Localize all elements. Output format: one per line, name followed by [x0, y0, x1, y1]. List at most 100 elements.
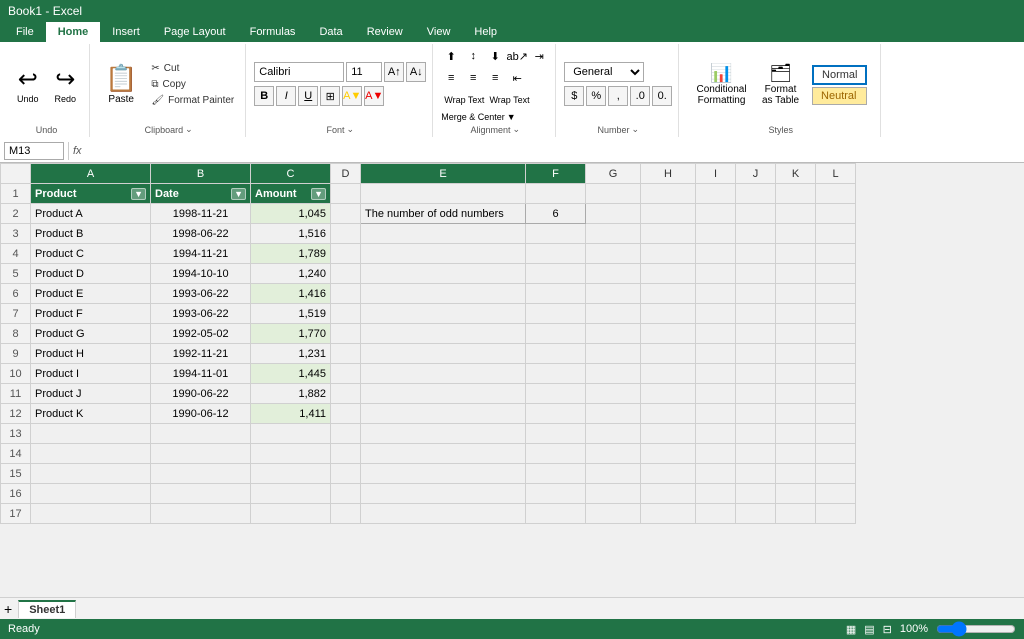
tab-help[interactable]: Help	[462, 22, 509, 42]
empty-cell[interactable]	[641, 424, 696, 444]
cell-reference-box[interactable]	[4, 142, 64, 160]
empty-cell[interactable]	[361, 444, 526, 464]
empty-cell[interactable]	[641, 324, 696, 344]
empty-cell[interactable]	[251, 464, 331, 484]
tab-page-layout[interactable]: Page Layout	[152, 22, 238, 42]
empty-cell[interactable]	[736, 464, 776, 484]
empty-cell[interactable]	[31, 504, 151, 524]
empty-cell[interactable]	[331, 444, 361, 464]
empty-cell[interactable]	[586, 484, 641, 504]
empty-cell[interactable]	[586, 324, 641, 344]
date-cell[interactable]: 1992-05-02	[151, 324, 251, 344]
empty-cell[interactable]	[696, 224, 736, 244]
empty-cell[interactable]	[586, 204, 641, 224]
empty-cell[interactable]	[736, 204, 776, 224]
empty-cell[interactable]	[776, 184, 816, 204]
empty-cell[interactable]	[776, 204, 816, 224]
number-expand-icon[interactable]: ⌄	[631, 124, 639, 135]
font-decrease-btn[interactable]: A↓	[406, 62, 426, 82]
empty-cell[interactable]	[696, 424, 736, 444]
tab-home[interactable]: Home	[46, 22, 101, 42]
empty-cell[interactable]	[776, 404, 816, 424]
empty-cell[interactable]	[641, 244, 696, 264]
empty-cell[interactable]	[586, 304, 641, 324]
empty-cell[interactable]	[736, 344, 776, 364]
conditional-formatting-btn[interactable]: 📊 Conditional Formatting	[694, 60, 749, 109]
product-cell[interactable]: Product G	[31, 324, 151, 344]
empty-cell[interactable]	[816, 284, 856, 304]
top-align-btn[interactable]: ⬆	[441, 46, 461, 66]
empty-cell[interactable]	[816, 264, 856, 284]
col-header-h[interactable]: H	[641, 164, 696, 184]
empty-cell[interactable]	[696, 504, 736, 524]
col-header-k[interactable]: K	[776, 164, 816, 184]
empty-cell[interactable]	[641, 504, 696, 524]
product-cell[interactable]: Product I	[31, 364, 151, 384]
tab-formulas[interactable]: Formulas	[238, 22, 308, 42]
empty-cell[interactable]	[331, 244, 361, 264]
empty-cell[interactable]	[696, 264, 736, 284]
empty-cell[interactable]	[816, 344, 856, 364]
empty-cell[interactable]	[526, 504, 586, 524]
empty-cell[interactable]	[151, 484, 251, 504]
empty-cell[interactable]	[736, 284, 776, 304]
empty-cell[interactable]	[361, 464, 526, 484]
empty-cell[interactable]	[641, 304, 696, 324]
empty-cell[interactable]	[776, 324, 816, 344]
empty-cell[interactable]	[641, 204, 696, 224]
empty-cell[interactable]	[641, 344, 696, 364]
empty-cell[interactable]	[736, 304, 776, 324]
empty-cell[interactable]	[816, 444, 856, 464]
percent-btn[interactable]: %	[586, 86, 606, 106]
product-cell[interactable]: Product H	[31, 344, 151, 364]
empty-cell[interactable]	[251, 424, 331, 444]
date-cell[interactable]: 1994-10-10	[151, 264, 251, 284]
format-painter-button[interactable]: 🖌 Format Painter	[146, 93, 239, 108]
empty-cell[interactable]	[586, 424, 641, 444]
empty-cell[interactable]	[526, 364, 586, 384]
empty-cell[interactable]	[736, 504, 776, 524]
col-header-l[interactable]: L	[816, 164, 856, 184]
format-as-table-btn[interactable]: 🗂 Format as Table	[753, 60, 808, 109]
empty-cell[interactable]	[361, 224, 526, 244]
col-header-g[interactable]: G	[586, 164, 641, 184]
tab-data[interactable]: Data	[307, 22, 354, 42]
decrease-decimal-btn[interactable]: 0.	[652, 86, 672, 106]
empty-cell[interactable]	[586, 444, 641, 464]
undo-button[interactable]: ↩ Undo	[10, 59, 46, 111]
empty-cell[interactable]	[331, 344, 361, 364]
empty-cell[interactable]	[816, 224, 856, 244]
right-align-btn[interactable]: ≡	[485, 68, 505, 88]
empty-cell[interactable]	[586, 264, 641, 284]
empty-cell[interactable]	[736, 184, 776, 204]
amount-cell[interactable]: 1,882	[251, 384, 331, 404]
empty-cell[interactable]	[361, 284, 526, 304]
number-format-select[interactable]: General	[564, 62, 644, 82]
empty-cell[interactable]	[361, 504, 526, 524]
empty-cell[interactable]	[641, 384, 696, 404]
product-cell[interactable]: Product F	[31, 304, 151, 324]
wrap-text-label[interactable]: Wrap Text	[489, 95, 529, 105]
amount-cell[interactable]: 1,516	[251, 224, 331, 244]
alignment-expand-icon[interactable]: ⌄	[512, 124, 520, 135]
empty-cell[interactable]	[331, 304, 361, 324]
empty-cell[interactable]	[526, 464, 586, 484]
date-cell[interactable]: 1990-06-22	[151, 384, 251, 404]
fill-color-button[interactable]: A▼	[342, 86, 362, 106]
empty-cell[interactable]	[331, 384, 361, 404]
empty-cell[interactable]	[251, 484, 331, 504]
empty-cell[interactable]	[31, 444, 151, 464]
date-cell[interactable]: 1994-11-21	[151, 244, 251, 264]
empty-cell[interactable]	[151, 444, 251, 464]
odd-numbers-label[interactable]: The number of odd numbers	[361, 204, 526, 224]
font-color-button[interactable]: A▼	[364, 86, 384, 106]
col-header-i[interactable]: I	[696, 164, 736, 184]
empty-cell[interactable]	[586, 364, 641, 384]
empty-cell[interactable]	[526, 444, 586, 464]
empty-cell[interactable]	[816, 244, 856, 264]
font-size-input[interactable]	[346, 62, 382, 82]
empty-cell[interactable]	[331, 264, 361, 284]
view-normal-btn[interactable]: ▦	[846, 623, 856, 636]
empty-cell[interactable]	[526, 284, 586, 304]
empty-cell[interactable]	[526, 244, 586, 264]
